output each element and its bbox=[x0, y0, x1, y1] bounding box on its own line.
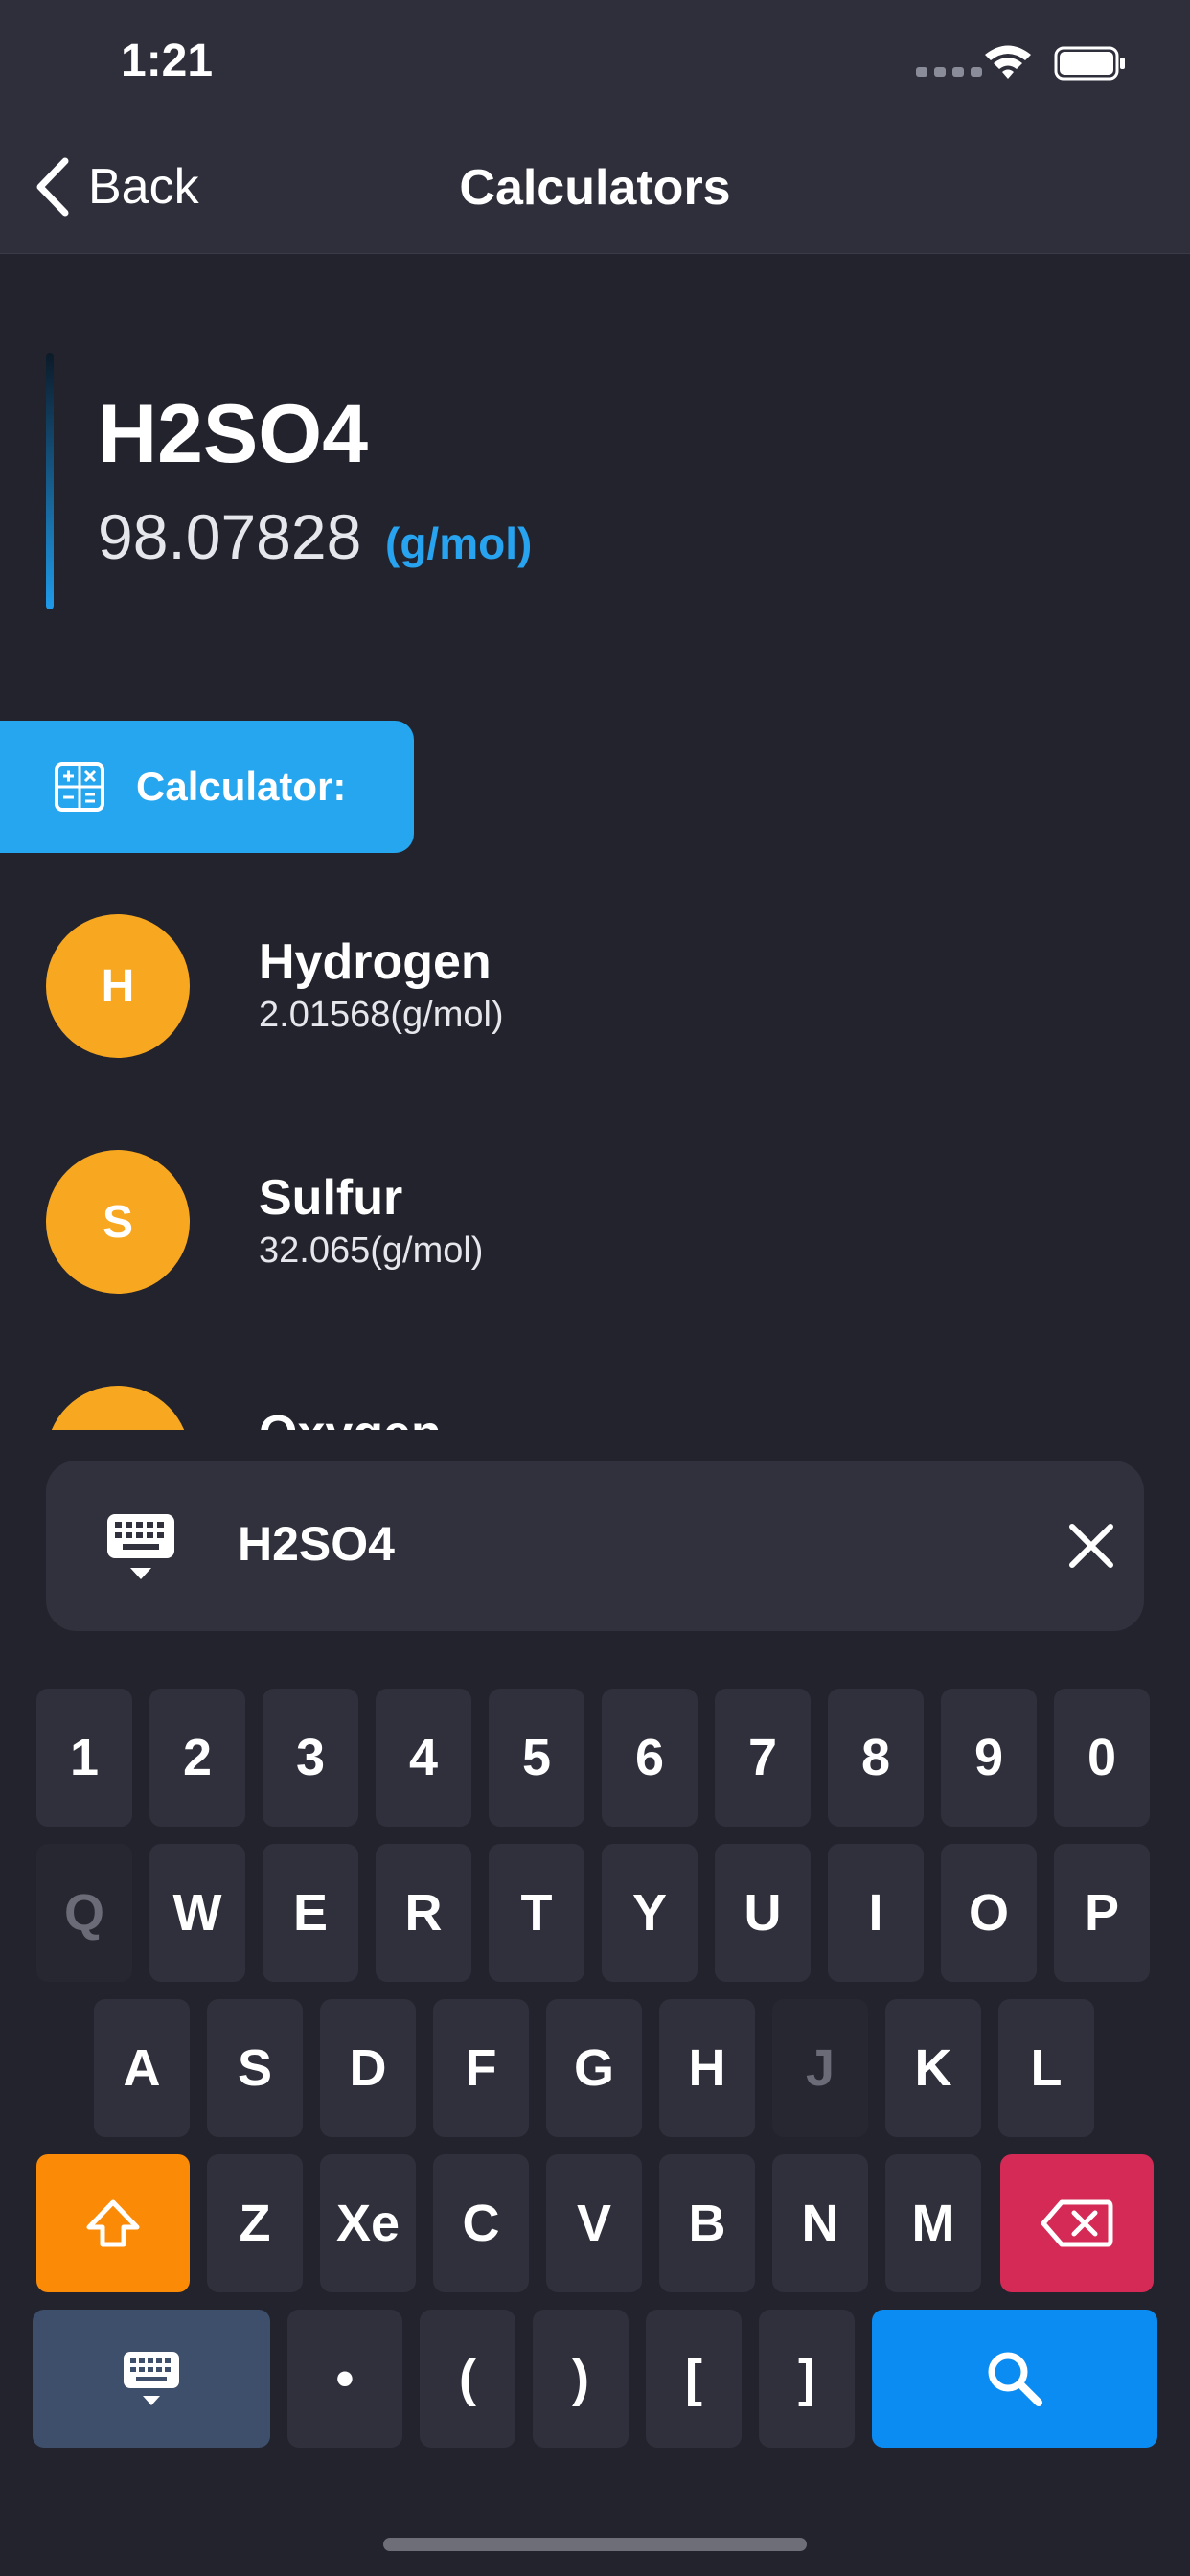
compound-unit: (g/mol) bbox=[385, 518, 533, 568]
key-4[interactable]: 4 bbox=[376, 1689, 471, 1827]
keyboard-icon bbox=[124, 2352, 179, 2405]
accent-bar bbox=[46, 353, 54, 610]
key-y[interactable]: Y bbox=[602, 1844, 698, 1982]
keyboard-toggle-key[interactable] bbox=[33, 2310, 270, 2448]
calculator-icon bbox=[55, 762, 104, 812]
formula-input-field[interactable]: H2SO4 bbox=[46, 1460, 1144, 1631]
key-l[interactable]: L bbox=[998, 1999, 1094, 2137]
keyboard-icon bbox=[107, 1514, 174, 1579]
element-symbol-badge: S bbox=[46, 1150, 190, 1294]
calculator-button[interactable]: Calculator: bbox=[0, 721, 414, 853]
cellular-signal-icon bbox=[916, 67, 982, 77]
key-3[interactable]: 3 bbox=[263, 1689, 358, 1827]
key-7[interactable]: 7 bbox=[715, 1689, 811, 1827]
shift-key[interactable] bbox=[36, 2154, 190, 2292]
key-b[interactable]: B bbox=[659, 2154, 755, 2292]
key-o[interactable]: O bbox=[941, 1844, 1037, 1982]
key-close-bracket[interactable]: ] bbox=[759, 2310, 855, 2448]
key-v[interactable]: V bbox=[546, 2154, 642, 2292]
key-s[interactable]: S bbox=[207, 1999, 303, 2137]
key-f[interactable]: F bbox=[433, 1999, 529, 2137]
element-mass: 2.01568(g/mol) bbox=[259, 995, 504, 1035]
status-time: 1:21 bbox=[121, 35, 214, 86]
page-title: Calculators bbox=[459, 160, 731, 216]
key-i[interactable]: I bbox=[828, 1844, 924, 1982]
key-u[interactable]: U bbox=[715, 1844, 811, 1982]
key-r[interactable]: R bbox=[376, 1844, 471, 1982]
key-bullet[interactable]: • bbox=[287, 2310, 402, 2448]
search-icon bbox=[988, 2352, 1042, 2406]
key-8[interactable]: 8 bbox=[828, 1689, 924, 1827]
calculator-label: Calculator: bbox=[136, 764, 347, 809]
key-m[interactable]: M bbox=[885, 2154, 981, 2292]
key-n[interactable]: N bbox=[772, 2154, 868, 2292]
key-j[interactable]: J bbox=[772, 1999, 868, 2137]
wifi-icon bbox=[985, 45, 1031, 79]
compound-formula: H2SO4 bbox=[98, 388, 369, 480]
key-open-paren[interactable]: ( bbox=[420, 2310, 515, 2448]
shift-arrow-icon bbox=[86, 2199, 140, 2247]
element-symbol-badge: H bbox=[46, 914, 190, 1058]
key-a[interactable]: A bbox=[94, 1999, 190, 2137]
key-0[interactable]: 0 bbox=[1054, 1689, 1150, 1827]
close-icon[interactable] bbox=[1067, 1522, 1115, 1570]
key-close-paren[interactable]: ) bbox=[533, 2310, 629, 2448]
delete-key[interactable] bbox=[1000, 2154, 1154, 2292]
key-k[interactable]: K bbox=[885, 1999, 981, 2137]
key-9[interactable]: 9 bbox=[941, 1689, 1037, 1827]
battery-icon bbox=[1054, 46, 1125, 80]
compound-molar-mass: 98.07828 bbox=[98, 501, 362, 572]
list-item-oxygen[interactable]: O Oxygen bbox=[0, 1353, 1190, 1430]
key-h[interactable]: H bbox=[659, 1999, 755, 2137]
element-name: Sulfur bbox=[259, 1170, 403, 1226]
key-c[interactable]: C bbox=[433, 2154, 529, 2292]
key-g[interactable]: G bbox=[546, 1999, 642, 2137]
element-name: Oxygen bbox=[259, 1405, 442, 1430]
key-e[interactable]: E bbox=[263, 1844, 358, 1982]
key-1[interactable]: 1 bbox=[36, 1689, 132, 1827]
key-t[interactable]: T bbox=[489, 1844, 584, 1982]
key-d[interactable]: D bbox=[320, 1999, 416, 2137]
key-open-bracket[interactable]: [ bbox=[646, 2310, 742, 2448]
key-p[interactable]: P bbox=[1054, 1844, 1150, 1982]
home-indicator bbox=[383, 2538, 807, 2551]
backspace-icon bbox=[1041, 2199, 1113, 2247]
element-name: Hydrogen bbox=[259, 934, 492, 990]
list-item-hydrogen[interactable]: H Hydrogen 2.01568(g/mol) bbox=[0, 882, 1190, 1073]
element-mass: 32.065(g/mol) bbox=[259, 1230, 484, 1271]
element-list: H Hydrogen 2.01568(g/mol) S Sulfur 32.06… bbox=[0, 882, 1190, 1430]
search-key[interactable] bbox=[872, 2310, 1157, 2448]
formula-input-value: H2SO4 bbox=[238, 1517, 395, 1571]
key-q[interactable]: Q bbox=[36, 1844, 132, 1982]
key-w[interactable]: W bbox=[149, 1844, 245, 1982]
list-item-sulfur[interactable]: S Sulfur 32.065(g/mol) bbox=[0, 1117, 1190, 1309]
key-5[interactable]: 5 bbox=[489, 1689, 584, 1827]
key-z[interactable]: Z bbox=[207, 2154, 303, 2292]
element-symbol-badge: O bbox=[46, 1386, 190, 1430]
key-xe[interactable]: Xe bbox=[320, 2154, 416, 2292]
key-2[interactable]: 2 bbox=[149, 1689, 245, 1827]
key-6[interactable]: 6 bbox=[602, 1689, 698, 1827]
